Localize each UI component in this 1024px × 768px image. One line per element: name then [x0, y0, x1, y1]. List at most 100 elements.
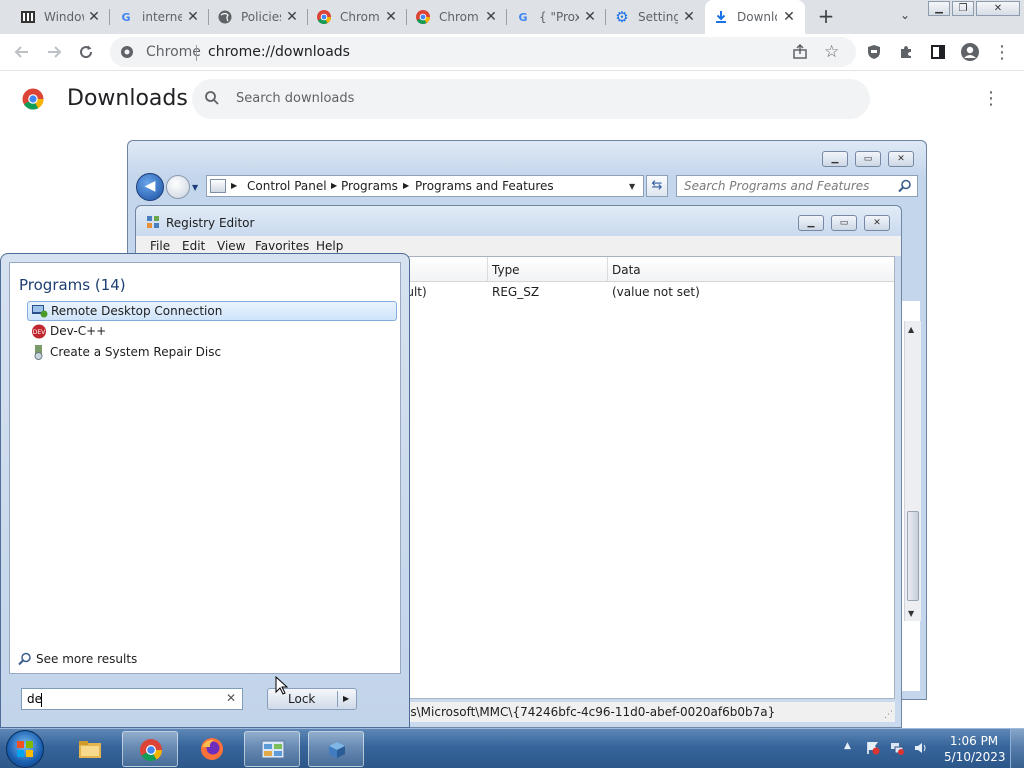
- column-divider[interactable]: [487, 257, 488, 281]
- close-icon[interactable]: ✕: [86, 9, 102, 25]
- new-tab-button[interactable]: +: [814, 5, 838, 29]
- show-desktop-button[interactable]: [1010, 729, 1024, 768]
- back-arrow-icon[interactable]: [12, 42, 32, 62]
- close-window-button[interactable]: ✕: [976, 1, 1020, 16]
- taskbar-chrome[interactable]: [122, 731, 178, 767]
- breadcrumb-programs[interactable]: Programs: [341, 179, 398, 193]
- start-button[interactable]: [6, 730, 44, 768]
- tab-proxy[interactable]: G { "Proxy ✕: [507, 0, 606, 34]
- clear-icon[interactable]: ✕: [226, 691, 236, 705]
- menu-edit[interactable]: Edit: [182, 239, 205, 253]
- download-icon: [713, 9, 729, 25]
- show-hidden-icons[interactable]: ▲: [844, 741, 851, 751]
- clock-date[interactable]: 5/10/2023: [944, 750, 1006, 764]
- minimize-button[interactable]: ▁: [822, 151, 848, 167]
- start-search-input[interactable]: de ✕: [21, 688, 243, 710]
- network-icon[interactable]: [890, 741, 904, 755]
- program-remote-desktop[interactable]: Remote Desktop Connection: [27, 301, 397, 321]
- breadcrumb-control-panel[interactable]: Control Panel: [247, 179, 327, 193]
- chevron-right-icon[interactable]: ▶: [343, 694, 349, 703]
- address-breadcrumb[interactable]: ▶ Control Panel ▶ Programs ▶ Programs an…: [206, 175, 644, 197]
- column-divider[interactable]: [607, 257, 608, 281]
- close-icon[interactable]: ✕: [383, 9, 399, 25]
- value-type[interactable]: REG_SZ: [492, 285, 539, 299]
- program-dev-cpp[interactable]: DEV Dev-C++: [27, 322, 397, 342]
- forward-arrow-icon[interactable]: [44, 42, 64, 62]
- menu-favorites[interactable]: Favorites: [255, 239, 309, 253]
- column-type[interactable]: Type: [492, 263, 520, 277]
- restore-button[interactable]: ❐: [952, 1, 974, 16]
- tab-settings[interactable]: ⚙ Settings ✕: [606, 0, 705, 34]
- chevron-down-icon[interactable]: ⌄: [896, 8, 914, 26]
- tab-title: internet: [142, 10, 182, 24]
- taskbar-explorer[interactable]: [62, 731, 118, 767]
- search-value: de: [27, 692, 42, 706]
- control-panel-icon: [210, 179, 226, 193]
- scroll-up-icon[interactable]: ▲: [908, 325, 914, 334]
- tab-downloads[interactable]: Downloads ✕: [705, 0, 805, 34]
- breadcrumb-programs-features[interactable]: Programs and Features: [415, 179, 554, 193]
- program-system-repair-disc[interactable]: Create a System Repair Disc: [27, 343, 397, 363]
- maximize-button[interactable]: ▭: [855, 151, 881, 167]
- reload-icon[interactable]: [76, 42, 96, 62]
- tab-internet[interactable]: G internet ✕: [110, 0, 209, 34]
- close-button[interactable]: ✕: [888, 151, 914, 167]
- breadcrumb-arrow-icon[interactable]: ▶: [331, 181, 337, 190]
- address-bar[interactable]: Chrome chrome://downloads ☆: [110, 37, 856, 67]
- close-button[interactable]: ✕: [864, 215, 890, 231]
- close-icon[interactable]: ✕: [582, 9, 598, 25]
- chevron-down-icon[interactable]: ▼: [192, 183, 198, 192]
- status-path: es\Microsoft\MMC\{74246bfc-4c96-11d0-abe…: [403, 705, 776, 719]
- taskbar-registry-editor[interactable]: [308, 731, 364, 767]
- share-icon[interactable]: [792, 43, 808, 63]
- taskbar-firefox[interactable]: [184, 731, 240, 767]
- star-icon[interactable]: ☆: [824, 42, 839, 62]
- refresh-icon[interactable]: ⇆: [646, 175, 668, 197]
- back-arrow-icon[interactable]: ◀: [136, 173, 164, 201]
- see-more-results-link[interactable]: See more results: [18, 652, 137, 666]
- search-icon: [204, 90, 220, 109]
- resize-grip-icon[interactable]: ⋰: [884, 710, 893, 720]
- kebab-menu-icon[interactable]: ⋮: [992, 42, 1012, 63]
- scrollbar[interactable]: ▲ ▼: [904, 321, 921, 621]
- chrome-toolbar: Chrome chrome://downloads ☆ ⋮: [0, 34, 1024, 71]
- menu-help[interactable]: Help: [316, 239, 343, 253]
- tab-windows[interactable]: Windows ✕: [12, 0, 110, 34]
- profile-avatar-icon[interactable]: [960, 42, 980, 62]
- search-programs-input[interactable]: Search Programs and Features: [676, 175, 918, 197]
- menu-file[interactable]: File: [150, 239, 170, 253]
- forward-arrow-icon[interactable]: [166, 175, 190, 199]
- clock-time[interactable]: 1:06 PM: [948, 734, 1000, 748]
- minimize-button[interactable]: ▁: [798, 215, 824, 231]
- chrome-tab-strip: Windows ✕ G internet ✕ Policies ✕ Chrome…: [0, 0, 1024, 34]
- repair-disc-icon: [31, 345, 47, 360]
- close-icon[interactable]: ✕: [483, 9, 499, 25]
- scrollbar-thumb[interactable]: [907, 511, 919, 601]
- volume-icon[interactable]: [914, 741, 928, 755]
- chevron-down-icon[interactable]: ▼: [629, 182, 635, 191]
- puzzle-icon[interactable]: [896, 42, 916, 62]
- tab-policies[interactable]: Policies ✕: [209, 0, 308, 34]
- more-actions-icon[interactable]: ⋮: [982, 88, 1000, 110]
- tab-chrome-2[interactable]: Chrome ✕: [407, 0, 507, 34]
- close-icon[interactable]: ✕: [681, 9, 697, 25]
- breadcrumb-arrow-icon[interactable]: ▶: [403, 181, 409, 190]
- breadcrumb-arrow-icon[interactable]: ▶: [231, 181, 237, 190]
- taskbar-control-panel[interactable]: [244, 731, 300, 767]
- maximize-button[interactable]: ▭: [831, 215, 857, 231]
- close-icon[interactable]: ✕: [185, 9, 201, 25]
- search-results-panel: Programs (14) Remote Desktop Connection …: [9, 262, 401, 674]
- close-icon[interactable]: ✕: [284, 9, 300, 25]
- search-downloads-input[interactable]: Search downloads: [192, 79, 870, 119]
- shield-extension-icon[interactable]: [864, 42, 884, 62]
- menu-view[interactable]: View: [217, 239, 245, 253]
- url-text[interactable]: chrome://downloads: [208, 44, 350, 60]
- column-data[interactable]: Data: [612, 263, 641, 277]
- action-center-icon[interactable]: [866, 741, 880, 755]
- minimize-button[interactable]: ▁: [928, 1, 950, 16]
- side-panel-icon[interactable]: [928, 42, 948, 62]
- tab-chrome-1[interactable]: Chrome ✕: [308, 0, 407, 34]
- close-icon[interactable]: ✕: [781, 9, 797, 25]
- value-data[interactable]: (value not set): [612, 285, 700, 299]
- scroll-down-icon[interactable]: ▼: [908, 609, 914, 618]
